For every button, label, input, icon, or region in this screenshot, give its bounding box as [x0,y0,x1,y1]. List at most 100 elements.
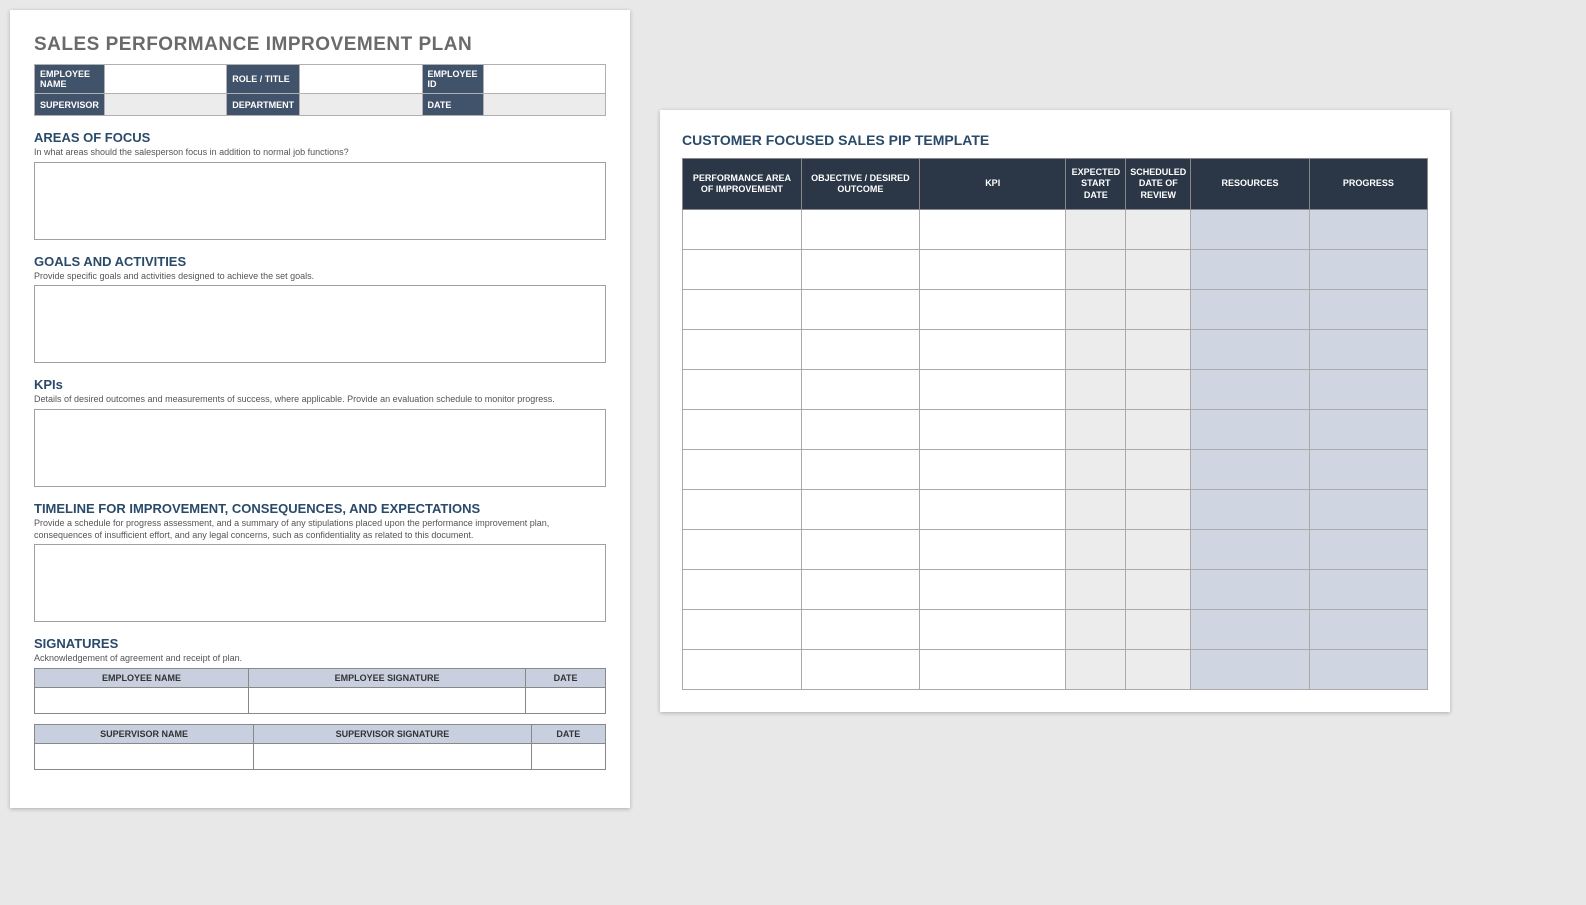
table-cell[interactable] [1309,569,1427,609]
table-cell[interactable] [1066,409,1126,449]
table-cell[interactable] [801,489,919,529]
table-cell[interactable] [1191,649,1309,689]
table-cell[interactable] [920,569,1066,609]
table-cell[interactable] [920,329,1066,369]
table-cell[interactable] [683,649,802,689]
table-cell[interactable] [801,289,919,329]
table-cell[interactable] [1309,649,1427,689]
table-cell[interactable] [1191,569,1309,609]
table-cell[interactable] [920,369,1066,409]
table-cell[interactable] [801,569,919,609]
table-cell[interactable] [1309,209,1427,249]
table-cell[interactable] [920,649,1066,689]
table-cell[interactable] [1126,209,1191,249]
table-cell[interactable] [801,449,919,489]
table-cell[interactable] [1191,289,1309,329]
table-cell[interactable] [1309,489,1427,529]
table-cell[interactable] [1309,369,1427,409]
table-cell[interactable] [683,529,802,569]
table-cell[interactable] [920,209,1066,249]
input-employee-date[interactable] [526,688,606,714]
input-department[interactable] [300,94,422,116]
table-cell[interactable] [1126,649,1191,689]
input-supervisor-name[interactable] [35,744,254,770]
table-cell[interactable] [1191,369,1309,409]
table-cell[interactable] [1191,329,1309,369]
table-cell[interactable] [683,369,802,409]
table-cell[interactable] [801,369,919,409]
table-cell[interactable] [1309,249,1427,289]
table-cell[interactable] [1126,449,1191,489]
table-cell[interactable] [683,449,802,489]
table-cell[interactable] [683,489,802,529]
table-cell[interactable] [1191,449,1309,489]
table-cell[interactable] [1066,609,1126,649]
table-cell[interactable] [683,409,802,449]
table-cell[interactable] [1309,449,1427,489]
table-cell[interactable] [1126,329,1191,369]
input-supervisor-signature[interactable] [254,744,532,770]
table-cell[interactable] [920,249,1066,289]
table-cell[interactable] [1126,409,1191,449]
table-cell[interactable] [1126,249,1191,289]
table-cell[interactable] [1309,409,1427,449]
table-cell[interactable] [920,409,1066,449]
table-cell[interactable] [920,489,1066,529]
goals-activities-input[interactable] [34,285,606,363]
table-cell[interactable] [1191,489,1309,529]
table-cell[interactable] [801,249,919,289]
table-cell[interactable] [683,289,802,329]
table-cell[interactable] [1066,209,1126,249]
table-cell[interactable] [1191,529,1309,569]
table-cell[interactable] [1309,609,1427,649]
table-cell[interactable] [1126,489,1191,529]
table-cell[interactable] [1309,529,1427,569]
table-cell[interactable] [920,529,1066,569]
table-cell[interactable] [801,609,919,649]
table-cell[interactable] [1126,529,1191,569]
table-cell[interactable] [801,329,919,369]
table-cell[interactable] [1126,289,1191,329]
table-cell[interactable] [1126,569,1191,609]
table-cell[interactable] [683,329,802,369]
table-cell[interactable] [1066,329,1126,369]
table-cell[interactable] [1309,329,1427,369]
timeline-input[interactable] [34,544,606,622]
table-cell[interactable] [683,249,802,289]
table-cell[interactable] [801,529,919,569]
input-employee-signature[interactable] [249,688,526,714]
areas-of-focus-input[interactable] [34,162,606,240]
table-cell[interactable] [1126,609,1191,649]
input-employee-name[interactable] [104,65,226,94]
input-supervisor[interactable] [104,94,226,116]
table-cell[interactable] [801,209,919,249]
table-cell[interactable] [1066,489,1126,529]
table-cell[interactable] [1066,449,1126,489]
table-cell[interactable] [1191,609,1309,649]
table-cell[interactable] [801,409,919,449]
table-cell[interactable] [683,609,802,649]
table-cell[interactable] [920,289,1066,329]
input-employee-name[interactable] [35,688,249,714]
table-cell[interactable] [1066,569,1126,609]
table-cell[interactable] [1066,529,1126,569]
table-cell[interactable] [1309,289,1427,329]
input-supervisor-date[interactable] [531,744,605,770]
input-role-title[interactable] [300,65,422,94]
table-cell[interactable] [801,649,919,689]
table-cell[interactable] [920,449,1066,489]
table-cell[interactable] [1066,289,1126,329]
table-cell[interactable] [1066,649,1126,689]
input-employee-id[interactable] [483,65,605,94]
table-cell[interactable] [1066,249,1126,289]
table-cell[interactable] [1191,409,1309,449]
table-cell[interactable] [683,209,802,249]
table-cell[interactable] [683,569,802,609]
table-cell[interactable] [1126,369,1191,409]
table-cell[interactable] [920,609,1066,649]
table-cell[interactable] [1066,369,1126,409]
table-cell[interactable] [1191,249,1309,289]
kpis-input[interactable] [34,409,606,487]
input-date[interactable] [483,94,605,116]
table-cell[interactable] [1191,209,1309,249]
